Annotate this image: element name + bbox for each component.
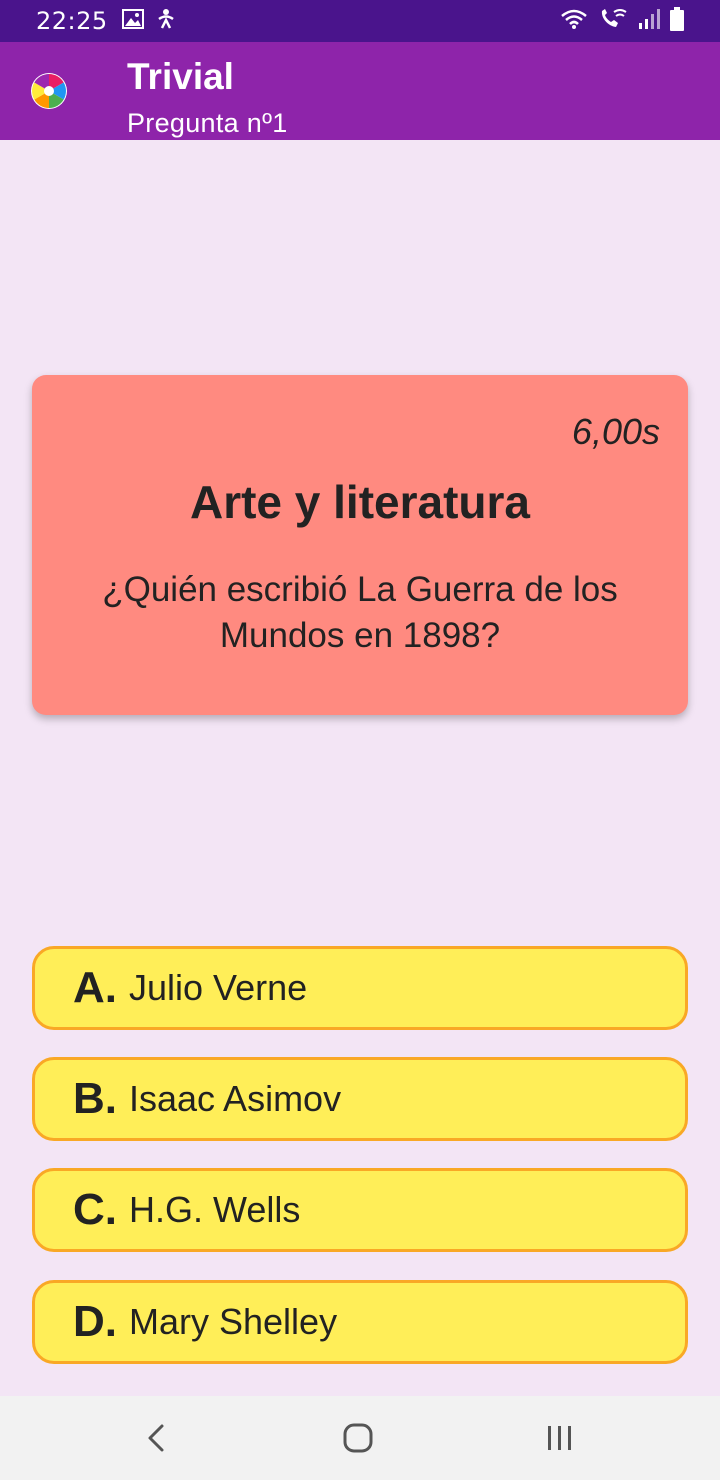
wifi-calling-icon [598,8,628,35]
home-icon[interactable] [338,1418,378,1458]
wifi-icon [560,8,588,35]
answer-text: Mary Shelley [129,1301,338,1342]
signal-icon [638,8,660,35]
answer-text: H.G. Wells [129,1189,301,1230]
battery-icon [670,6,684,36]
question-number: Pregunta nº1 [127,108,288,138]
status-left-icons [121,8,176,35]
question-card: 6,00s Arte y literatura ¿Quién escribió … [32,375,688,715]
back-icon[interactable] [136,1418,176,1458]
answer-text: Julio Verne [129,967,308,1008]
answer-button-d[interactable]: D. Mary Shelley [32,1280,688,1364]
timer: 6,00s [571,411,660,452]
answer-button-b[interactable]: B. Isaac Asimov [32,1057,688,1141]
answer-button-a[interactable]: A. Julio Verne [32,946,688,1030]
navigation-bar [0,1396,720,1480]
app-title: Trivial [127,56,234,97]
status-time: 22:25 [36,7,108,35]
status-bar: 22:25 [0,0,720,42]
trivial-wheel-icon [30,72,68,110]
answer-letter: A. [73,963,117,1012]
question-text: ¿Quién escribió La Guerra de los Mundos … [102,570,618,655]
app-bar: Trivial Pregunta nº1 [0,42,720,140]
accessibility-icon [156,8,176,35]
recents-icon[interactable] [540,1418,580,1458]
answer-letter: B. [73,1074,117,1123]
status-right-icons [560,6,684,36]
answer-text: Isaac Asimov [129,1078,342,1119]
answer-letter: C. [73,1185,117,1234]
screen: 22:25 Trivial Pregunta nº1 6,00s Arte y … [0,0,720,1480]
answer-button-c[interactable]: C. H.G. Wells [32,1168,688,1252]
image-icon [121,8,144,34]
question-category: Arte y literatura [189,476,530,528]
answer-letter: D. [73,1297,117,1346]
